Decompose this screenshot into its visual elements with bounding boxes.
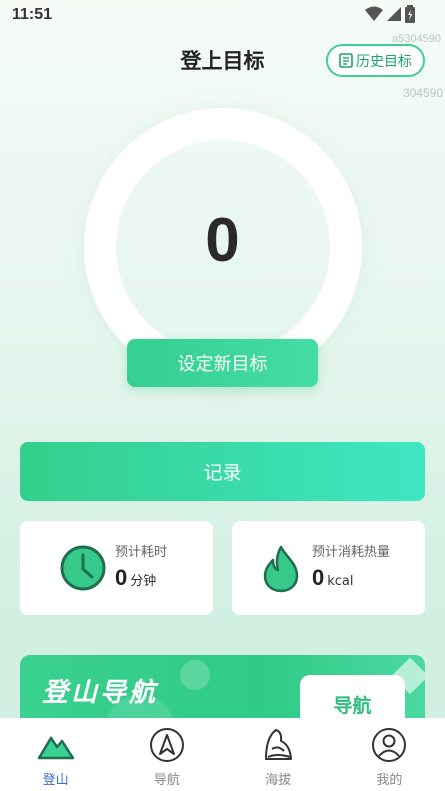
estimated-time-label: 预计耗时 [115, 545, 168, 560]
profile-icon [370, 726, 408, 764]
status-bar: 11:51 [0, 0, 445, 30]
watermark-right: 304590 [402, 86, 443, 100]
wifi-icon [365, 6, 383, 21]
tab-profile[interactable]: 我的 [334, 718, 445, 791]
tab-altitude[interactable]: 海拔 [223, 718, 334, 791]
set-new-goal-button[interactable]: 设定新目标 [127, 339, 318, 387]
status-time: 11:51 [12, 6, 53, 23]
status-icons [365, 5, 415, 23]
tab-navigation-label: 导航 [153, 773, 180, 788]
record-button[interactable]: 记录 [20, 442, 425, 501]
estimated-time-value-row: 0 分钟 [115, 565, 156, 591]
flame-icon [263, 545, 299, 593]
clock-icon [60, 545, 106, 591]
estimated-calories-unit: kcal [327, 574, 354, 589]
banner-decoration-circle [180, 660, 210, 690]
estimated-calories-value-row: 0 kcal [312, 565, 354, 591]
bottom-tab-bar: 登山 导航 海拔 我的 [0, 718, 445, 791]
battery-icon [405, 5, 415, 23]
tab-climbing[interactable]: 登山 [0, 718, 111, 791]
signal-icon [387, 7, 401, 21]
history-goals-label: 历史目标 [356, 53, 412, 70]
estimated-time-card: 预计耗时 0 分钟 [20, 521, 213, 615]
estimated-calories-value: 0 [312, 565, 325, 590]
tab-profile-label: 我的 [376, 773, 403, 788]
compass-icon [148, 726, 186, 764]
goal-value: 0 [205, 206, 240, 275]
tab-altitude-label: 海拔 [265, 773, 292, 788]
mountain-icon [37, 726, 75, 764]
altitude-icon [259, 726, 297, 764]
estimated-time-unit: 分钟 [130, 574, 157, 589]
tab-climbing-label: 登山 [42, 773, 69, 788]
history-goals-button[interactable]: 历史目标 [326, 44, 425, 77]
banner-title: 登山导航 [42, 678, 159, 708]
tab-navigation[interactable]: 导航 [111, 718, 222, 791]
estimated-calories-label: 预计消耗热量 [312, 545, 391, 560]
estimated-calories-card: 预计消耗热量 0 kcal [232, 521, 425, 615]
document-icon [339, 53, 353, 68]
estimated-time-value: 0 [115, 565, 128, 590]
